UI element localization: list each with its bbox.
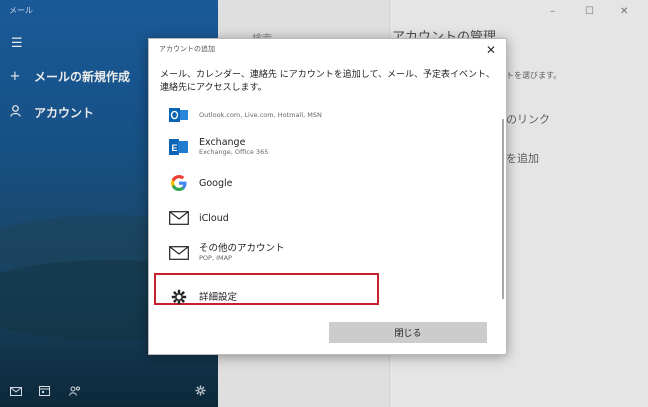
dialog-description: メール、カレンダー、連絡先 にアカウントを追加して、メール、予定表イベント、連絡… xyxy=(160,70,495,93)
gear-icon xyxy=(169,287,189,307)
account-option-icloud[interactable]: iCloud xyxy=(169,208,229,228)
svg-text:E: E xyxy=(172,143,178,153)
account-option-outlook[interactable]: Outlook.com, Live.com, Hotmail, MSN xyxy=(169,105,322,125)
add-account-dialog: アカウントの追加 ✕ メール、カレンダー、連絡先 にアカウントを追加して、メール… xyxy=(148,38,507,355)
close-button[interactable]: 閉じる xyxy=(329,322,487,343)
google-icon xyxy=(169,173,189,193)
envelope-icon xyxy=(169,243,189,263)
account-option-name: iCloud xyxy=(199,212,229,224)
envelope-icon xyxy=(169,208,189,228)
exchange-icon: E xyxy=(169,137,189,157)
account-option-name: Exchange xyxy=(199,137,246,148)
dialog-close-icon[interactable]: ✕ xyxy=(486,43,496,57)
account-option-name: 詳細設定 xyxy=(199,291,238,303)
account-option-advanced-setup[interactable]: 詳細設定 xyxy=(169,287,237,307)
account-option-name: その他のアカウント xyxy=(199,243,285,254)
outlook-icon xyxy=(169,105,189,125)
dialog-title: アカウントの追加 xyxy=(159,45,215,53)
account-option-sub: POP, IMAP xyxy=(199,254,232,262)
account-option-google[interactable]: Google xyxy=(169,173,233,193)
account-option-name: Google xyxy=(199,177,233,189)
dialog-scrollbar[interactable] xyxy=(502,119,504,299)
account-option-sub: Exchange, Office 365 xyxy=(199,148,269,156)
account-option-sub: Outlook.com, Live.com, Hotmail, MSN xyxy=(199,110,322,119)
account-option-other[interactable]: その他のアカウント POP, IMAP xyxy=(169,243,285,263)
account-option-exchange[interactable]: E Exchange Exchange, Office 365 xyxy=(169,137,268,157)
